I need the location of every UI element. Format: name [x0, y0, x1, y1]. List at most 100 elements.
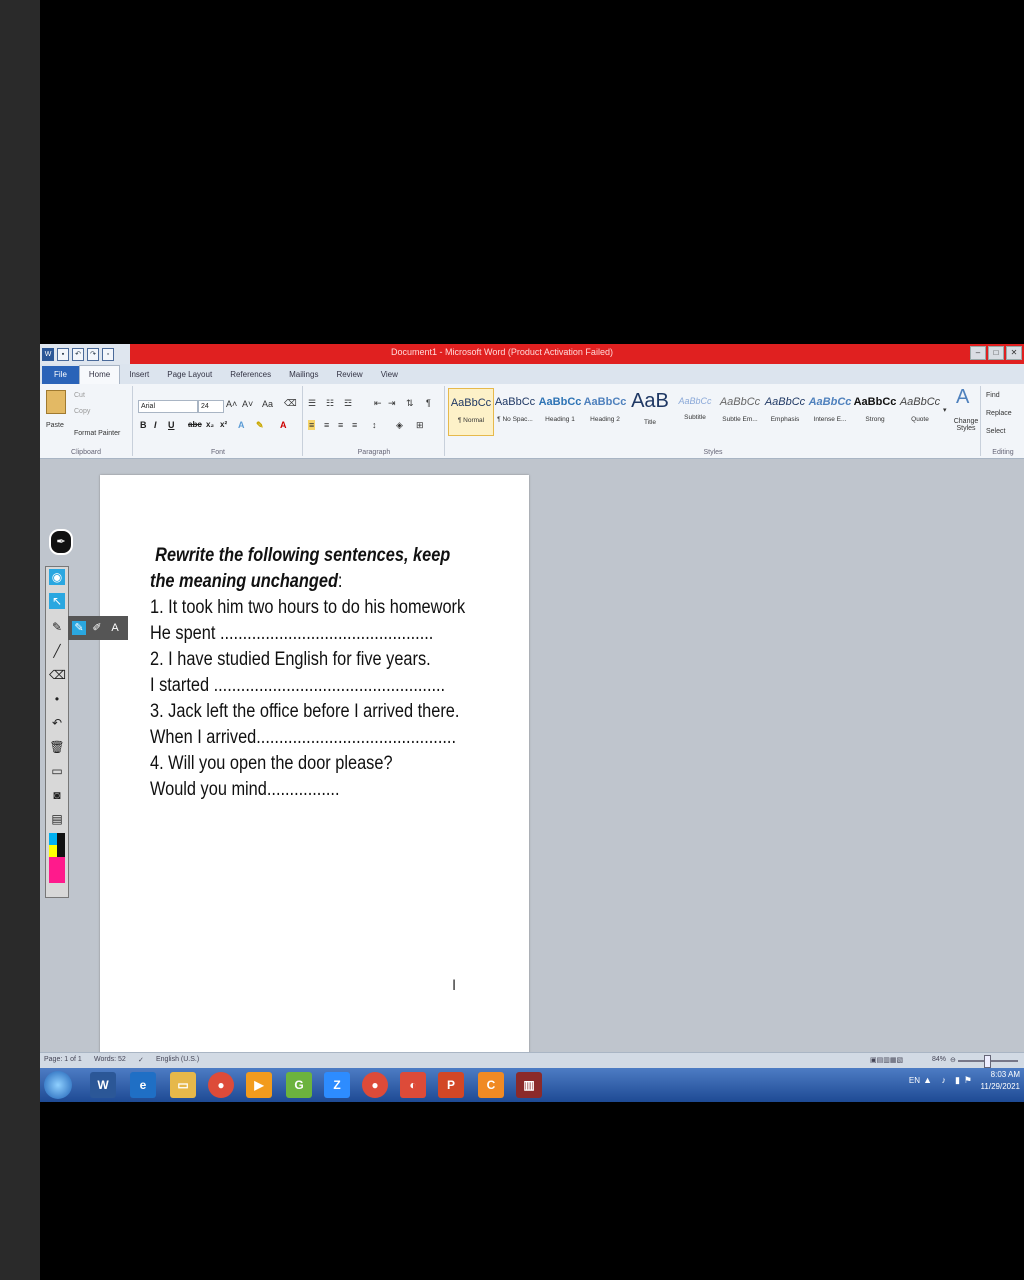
trash-icon[interactable]: 🗑 — [49, 739, 65, 755]
proofing-icon[interactable]: ✓ — [138, 1056, 144, 1064]
style-no-spacing[interactable]: AaBbCc ¶ No Spac... — [493, 388, 537, 434]
cut-button[interactable]: Cut — [74, 392, 85, 399]
zoom-level[interactable]: 84% — [932, 1056, 946, 1063]
tab-home[interactable]: Home — [78, 365, 121, 384]
file-explorer-icon[interactable]: ▭ — [170, 1072, 196, 1098]
show-formatting-icon[interactable]: ¶ — [426, 398, 431, 408]
camera-icon[interactable]: ◙ — [49, 787, 65, 803]
superscript-icon[interactable]: x² — [220, 420, 227, 429]
powerpoint-icon[interactable]: P — [438, 1072, 464, 1098]
tab-view[interactable]: View — [372, 366, 407, 384]
chrome-icon[interactable]: ● — [208, 1072, 234, 1098]
word-count[interactable]: Words: 52 — [94, 1056, 126, 1063]
clipboard-icon[interactable]: ▤ — [49, 811, 65, 827]
line-icon[interactable]: ╱ — [49, 643, 65, 659]
strikethrough-icon[interactable]: abc — [188, 420, 202, 429]
dot-icon[interactable]: • — [49, 691, 65, 707]
page-count[interactable]: Page: 1 of 1 — [44, 1056, 82, 1063]
style-quote[interactable]: AaBbCc Quote — [898, 388, 942, 434]
pen-icon[interactable]: ✎ — [49, 619, 65, 635]
highlighter-icon[interactable]: ✐ — [90, 621, 104, 635]
cyan-swatch[interactable] — [49, 833, 57, 845]
subscript-icon[interactable]: x₂ — [206, 420, 214, 429]
zoom-out-icon[interactable]: ⊖ — [950, 1056, 956, 1064]
document-page[interactable]: Rewrite the following sentences, keep th… — [100, 475, 529, 1055]
close-button[interactable]: ✕ — [1006, 346, 1022, 360]
text-effects-icon[interactable]: A — [238, 420, 245, 430]
clear-format-icon[interactable]: ⌫ — [284, 398, 297, 409]
style-intense-emphasis[interactable]: AaBbCc Intense E... — [808, 388, 852, 434]
internet-explorer-icon[interactable]: e — [130, 1072, 156, 1098]
clock-time[interactable]: 8:03 AM — [991, 1070, 1020, 1079]
network-icon[interactable]: ▮ — [955, 1075, 960, 1086]
paste-icon[interactable] — [46, 390, 66, 414]
chrome-icon-2[interactable]: ● — [362, 1072, 388, 1098]
styles-more-icon[interactable]: ▾ — [943, 406, 947, 414]
select-button[interactable]: Select — [986, 428, 1005, 435]
tray-expand-icon[interactable]: ▲ — [923, 1075, 932, 1085]
font-color-icon[interactable]: A — [280, 420, 287, 430]
style-strong[interactable]: AaBbCc Strong — [853, 388, 897, 434]
tab-insert[interactable]: Insert — [120, 366, 158, 384]
language-indicator[interactable]: English (U.S.) — [156, 1056, 199, 1063]
clock-date[interactable]: 11/29/2021 — [981, 1082, 1020, 1091]
zoom-app-icon[interactable]: Z — [324, 1072, 350, 1098]
numbering-icon[interactable]: ☷ — [326, 398, 334, 409]
font-size-field[interactable]: 24 — [198, 400, 224, 413]
minimize-button[interactable]: – — [970, 346, 986, 360]
black-swatch-2[interactable] — [57, 845, 65, 857]
eraser-icon[interactable]: ⌫ — [49, 667, 66, 683]
sort-icon[interactable]: ⇅ — [406, 398, 414, 409]
align-center-icon[interactable]: ≡ — [324, 420, 329, 430]
style-heading-2[interactable]: AaBbCc Heading 2 — [583, 388, 627, 434]
copy-button[interactable]: Copy — [74, 408, 90, 415]
tab-review[interactable]: Review — [327, 366, 371, 384]
magenta-swatch[interactable] — [49, 857, 65, 883]
increase-indent-icon[interactable]: ⇥ — [388, 398, 396, 409]
grow-font-icon[interactable]: A˄ — [226, 399, 237, 409]
align-left-icon[interactable]: ≡ — [308, 420, 316, 430]
chrome-window-icon[interactable]: ◐ — [400, 1072, 426, 1098]
style-subtitle[interactable]: AaBbCc Subtitle — [673, 388, 717, 434]
volume-icon[interactable]: ♪ — [942, 1075, 947, 1085]
maximize-button[interactable]: □ — [988, 346, 1004, 360]
line-spacing-icon[interactable]: ↕ — [372, 420, 377, 430]
yellow-swatch[interactable] — [49, 845, 57, 857]
shading-icon[interactable]: ◈ — [396, 420, 403, 431]
black-swatch[interactable] — [57, 833, 65, 845]
style-subtle-emphasis[interactable]: AaBbCc Subtle Em... — [718, 388, 762, 434]
bullets-icon[interactable]: ☰ — [308, 398, 316, 409]
italic-icon[interactable]: I — [154, 420, 157, 430]
text-tool-icon[interactable]: A — [108, 621, 122, 635]
green-app-icon[interactable]: G — [286, 1072, 312, 1098]
pen-tool-icon[interactable]: ✒ — [49, 529, 73, 555]
eye-icon[interactable]: ◉ — [49, 569, 65, 585]
view-buttons-icon[interactable]: ▣▤▥▦▧ — [870, 1056, 903, 1064]
document-body[interactable]: Rewrite the following sentences, keep th… — [150, 543, 494, 803]
zoom-slider-handle[interactable] — [984, 1055, 991, 1068]
paste-button[interactable]: Paste — [46, 422, 64, 429]
marker-icon[interactable]: ✎ — [72, 621, 86, 635]
tab-file[interactable]: File — [42, 366, 79, 384]
change-styles-button[interactable]: Change Styles — [952, 418, 980, 432]
tab-mailings[interactable]: Mailings — [280, 366, 327, 384]
justify-icon[interactable]: ≡ — [352, 420, 357, 430]
start-button[interactable] — [44, 1071, 72, 1099]
input-language[interactable]: EN — [909, 1076, 920, 1085]
borders-icon[interactable]: ⊞ — [416, 420, 424, 431]
change-styles-icon[interactable]: A — [956, 386, 969, 409]
underline-icon[interactable]: U — [168, 420, 175, 430]
word-app-icon[interactable]: W — [90, 1072, 116, 1098]
orange-app-icon[interactable]: C — [478, 1072, 504, 1098]
shrink-font-icon[interactable]: A˅ — [242, 399, 253, 409]
highlight-icon[interactable]: ✎ — [256, 420, 264, 431]
font-name-field[interactable]: Arial — [138, 400, 198, 413]
media-player-icon[interactable]: ▶ — [246, 1072, 272, 1098]
whiteboard-icon[interactable]: ▭ — [49, 763, 65, 779]
pointer-icon[interactable]: ↖ — [49, 593, 65, 609]
style-emphasis[interactable]: AaBbCc Emphasis — [763, 388, 807, 434]
style-normal[interactable]: AaBbCc ¶ Normal — [448, 388, 494, 436]
style-title[interactable]: AaB Title — [628, 388, 672, 434]
find-button[interactable]: Find — [986, 392, 1000, 399]
multilevel-list-icon[interactable]: ☲ — [344, 398, 352, 409]
